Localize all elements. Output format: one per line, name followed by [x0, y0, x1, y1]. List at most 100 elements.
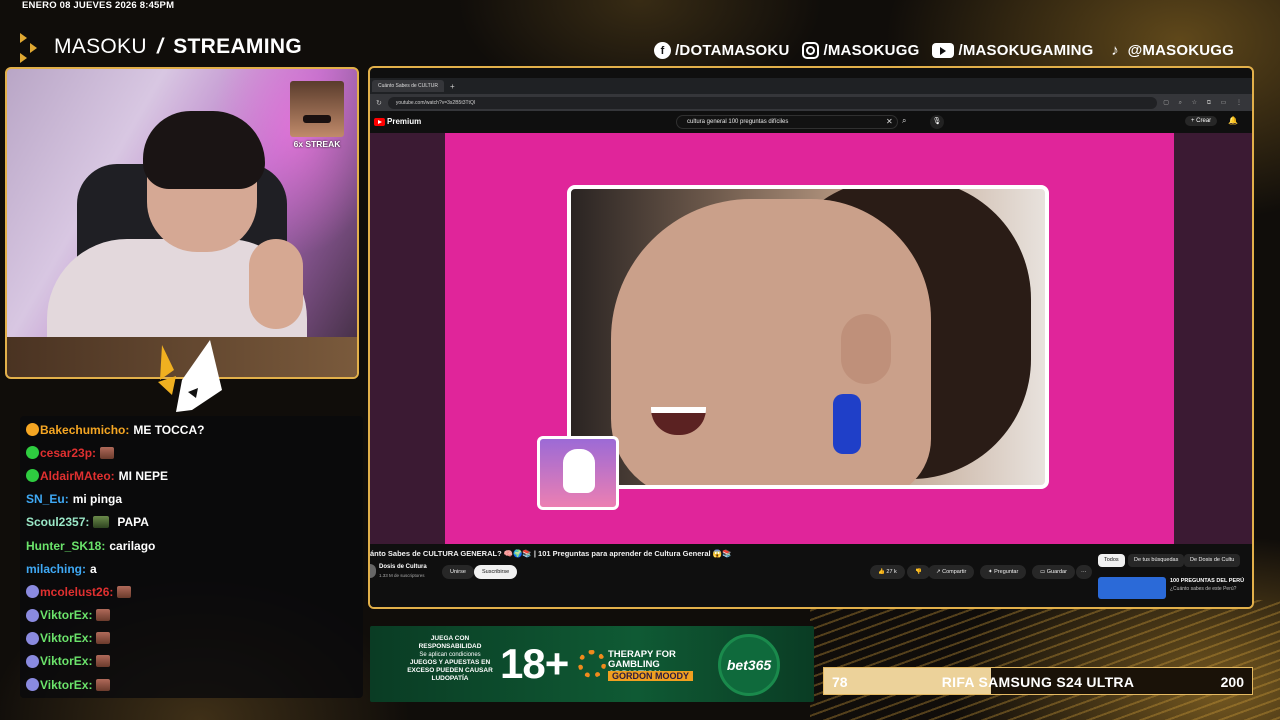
chat-username[interactable]: ViktorEx [40, 654, 88, 668]
youtube-premium-label: Premium [387, 117, 422, 126]
youtube-icon [932, 43, 955, 58]
ad-line2: Se aplican condiciones [419, 652, 481, 658]
chat-panel: Bakechumicho: ME TOCCA? cesar23p: AldairMAt… [20, 416, 363, 698]
social-links: f /DOTAMASOKU /MASOKUGG /MASOKUGAMING ♪ … [654, 42, 1234, 59]
channel-avatar[interactable] [370, 564, 376, 578]
chat-message: SN_Eu: mi pinga [26, 488, 357, 511]
youtube-search-input[interactable]: cultura general 100 preguntas difíciles [676, 115, 898, 129]
join-button[interactable]: Unirse [442, 565, 474, 579]
chat-colon: : [85, 515, 90, 530]
user-badge-icon [26, 469, 39, 483]
chat-emote-icon [93, 516, 110, 529]
user-badge-icon [26, 585, 39, 599]
related-video-thumbnail[interactable] [1098, 577, 1166, 599]
clear-search-icon[interactable]: ✕ [886, 117, 893, 126]
extension-icons[interactable]: ▢ ⌕ ☆ ⧉ ▭ ⋮ [1163, 99, 1246, 107]
streamer-hair [143, 111, 265, 189]
subscribe-button[interactable]: Suscribirse [474, 565, 518, 579]
chat-message: ViktorEx: [26, 627, 357, 650]
chat-username[interactable]: ViktorEx [40, 608, 88, 622]
new-tab-icon[interactable]: + [450, 82, 455, 91]
video-player[interactable] [370, 133, 1252, 544]
responsible-gaming-text: JUEGA CON RESPONSABILIDAD Se aplican con… [400, 635, 500, 683]
chat-emote-icon [96, 678, 111, 691]
chat-username[interactable]: cesar23p [40, 446, 92, 460]
url-field[interactable]: youtube.com/watch?v=3s2B5t3TtQI [387, 96, 1158, 109]
create-button[interactable]: + Crear [1185, 116, 1218, 126]
tiktok-icon: ♪ [1111, 42, 1119, 59]
more-actions-button[interactable]: ··· [1076, 565, 1092, 579]
chat-username[interactable]: milaching [26, 562, 82, 576]
chip-all[interactable]: Todos [1098, 554, 1125, 567]
youtube-play-icon [374, 117, 385, 126]
chat-username[interactable]: Bakechumicho [40, 423, 125, 437]
player-letterbox-right [1172, 133, 1252, 544]
video-title: ánto Sabes de CULTURA GENERAL? 🧠🌍📚 | 101… [370, 549, 732, 558]
user-badge-icon [26, 678, 39, 692]
streak-widget: 6x STREAK [288, 81, 346, 149]
brand-separator: / [156, 35, 164, 58]
chat-colon: : [125, 422, 130, 437]
chat-colon: : [101, 538, 106, 553]
save-label: Guardar [1046, 569, 1067, 575]
browser-tab-bar: Cuánto Sabes de CULTUR + [370, 78, 1252, 94]
screen-capture: Cuánto Sabes de CULTUR + ↻ youtube.com/w… [368, 66, 1254, 609]
user-badge-icon [26, 608, 39, 622]
tooth-badge-icon [537, 436, 619, 510]
user-badge-icon [26, 423, 39, 437]
chat-colon: : [88, 631, 93, 646]
ad-line1: JUEGA CON RESPONSABILIDAD [418, 635, 482, 650]
chat-text: PAPA [117, 515, 149, 530]
notifications-bell-icon[interactable]: 🔔 [1228, 116, 1238, 125]
chat-username[interactable]: ViktorEx [40, 631, 88, 645]
dislike-button[interactable]: 👎 [907, 565, 930, 579]
ask-label: Preguntar [994, 569, 1019, 575]
social-instagram: /MASOKUGG [802, 42, 919, 59]
player-letterbox-left [370, 133, 445, 544]
blue-earring [833, 394, 861, 454]
chat-username[interactable]: AldairMAteo [40, 469, 111, 483]
social-label: /MASOKUGAMING [958, 42, 1094, 59]
chat-message: ViktorEx: [26, 604, 357, 627]
search-icon[interactable]: ⌕ [902, 116, 906, 126]
ask-button[interactable]: ✦ Preguntar [980, 565, 1027, 579]
chat-username[interactable]: ViktorEx [40, 678, 88, 692]
channel-name[interactable]: Dosis de Cultura [379, 564, 427, 570]
fox-logo-icon [158, 340, 222, 412]
chat-colon: : [92, 445, 97, 460]
raffle-goal: 200 [1220, 674, 1244, 690]
chat-emote-icon [117, 585, 132, 598]
chip-from-searches[interactable]: De tus búsquedas [1128, 554, 1185, 567]
brand-subtitle: STREAMING [173, 35, 302, 58]
datetime-label: ENERO 08 JUEVES 2026 8:45PM [22, 0, 175, 11]
video-info: ánto Sabes de CULTURA GENERAL? 🧠🌍📚 | 101… [370, 544, 1252, 607]
chip-from-channel[interactable]: De Dosis de Cultu [1184, 554, 1241, 567]
raffle-progress-bar: 78 RIFA SAMSUNG S24 ULTRA 200 [823, 667, 1253, 695]
share-button[interactable]: ↗ Compartir [928, 565, 975, 579]
like-button[interactable]: 👍 27 k [870, 565, 905, 579]
brand-name: MASOKU [54, 35, 147, 58]
chat-text: MI NEPE [118, 468, 169, 483]
chat-text: ME TOCCA? [133, 422, 205, 437]
chat-message: Hunter_SK18: carilago [26, 534, 357, 557]
like-count: 27 k [886, 569, 897, 575]
chat-text: mi pinga [72, 492, 123, 507]
gordon-moody-sun-icon [578, 650, 606, 678]
microphone-icon[interactable]: 🎙 [930, 115, 944, 129]
chat-username[interactable]: mcolelust26 [40, 585, 109, 599]
browser-tab[interactable]: Cuánto Sabes de CULTUR [372, 80, 444, 92]
reload-icon[interactable]: ↻ [376, 99, 382, 107]
save-button[interactable]: ▭ Guardar [1032, 565, 1075, 579]
chat-emote-icon [100, 446, 115, 459]
chat-text: a [90, 561, 97, 576]
bet365-logo: bet365 [718, 634, 780, 696]
chat-username[interactable]: Scoul2357 [26, 515, 85, 529]
chat-username[interactable]: Hunter_SK18 [26, 539, 101, 553]
age-rating: 18+ [500, 640, 569, 687]
chat-colon: : [88, 677, 93, 692]
youtube-logo[interactable]: Premium [374, 117, 421, 126]
related-video-title[interactable]: 100 PREGUNTAS DEL PERÚ [1170, 578, 1244, 584]
chat-username[interactable]: SN_Eu [26, 492, 65, 506]
chat-emote-icon [96, 609, 111, 622]
channel-subscribers: 1.33 M de suscriptores [379, 573, 425, 578]
